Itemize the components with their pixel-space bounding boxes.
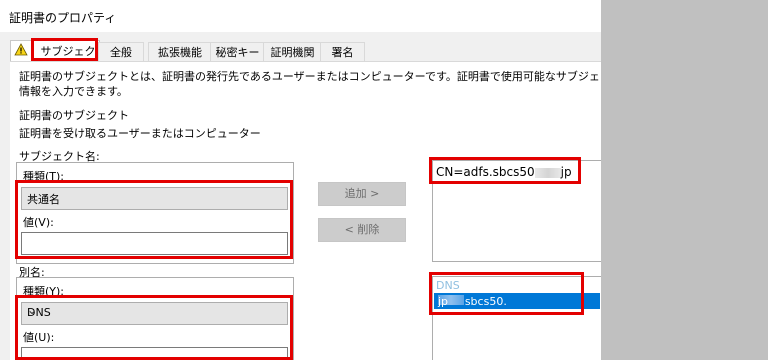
intro-text-line1: 証明書のサブジェクトとは、証明書の発行先であるユーザーまたはコンピューターです。… [19, 70, 601, 83]
highlight-subject-entry [429, 157, 581, 184]
tab-private-key-label: 秘密キー [215, 46, 260, 59]
tab-private-key[interactable]: 秘密キー [210, 42, 265, 62]
subject-section-description: 証明書を受け取るユーザーまたはコンピューター [19, 127, 261, 140]
tab-signature[interactable]: 署名 [320, 42, 365, 62]
highlight-subject-tab [31, 38, 98, 61]
tab-general-label: 全般 [110, 46, 132, 59]
tab-general[interactable]: 全般 [98, 42, 144, 62]
highlight-alt-name [15, 295, 293, 360]
window-title: 証明書のプロパティ [9, 11, 117, 25]
certificate-properties-dialog: 証明書のプロパティ サブジェクト 全般 拡張機能 秘密キー 証明機関 署名 証明… [0, 0, 601, 360]
highlight-subject-name [15, 180, 293, 259]
warning-icon [14, 43, 28, 62]
add-button[interactable]: 追加 > [318, 182, 406, 206]
remove-button[interactable]: < 削除 [318, 218, 406, 242]
subject-section-heading: 証明書のサブジェクト [19, 109, 129, 122]
tab-extensions[interactable]: 拡張機能 [148, 42, 212, 62]
tab-extensions-label: 拡張機能 [158, 46, 202, 59]
tab-certification-authority[interactable]: 証明機関 [263, 42, 322, 62]
intro-text-line2: 情報を入力できます。 [19, 85, 128, 98]
tab-ca-label: 証明機関 [270, 46, 315, 59]
highlight-alt-entry [429, 272, 584, 315]
title-bar: 証明書のプロパティ [0, 0, 601, 32]
tab-signature-label: 署名 [331, 46, 354, 59]
